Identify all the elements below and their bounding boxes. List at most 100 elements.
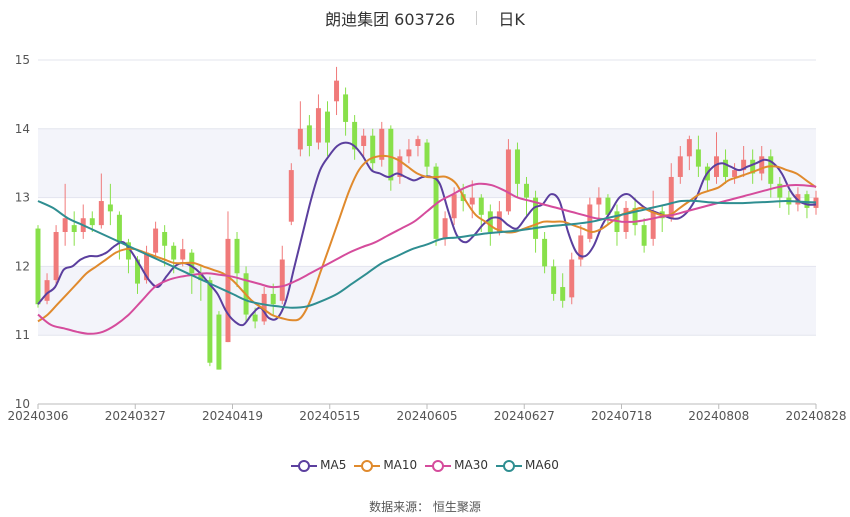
candle-body [153,228,159,253]
candle [334,66,340,116]
candle-body [487,211,493,232]
x-tick-label: 20240808 [688,409,749,423]
kline-chart: 101112131415 20240306 20240327 20240419 202… [7,53,847,423]
y-tick-label: 15 [15,53,30,67]
candle-body [162,232,168,246]
candle [216,311,222,370]
candle-body [180,249,186,260]
source-label: 数据来源： [369,500,430,514]
candle-body [469,197,475,205]
candle [297,101,303,157]
candle-body [641,225,647,246]
candle [614,204,620,246]
candle-body [514,149,520,184]
y-tick-label: 11 [15,328,30,342]
candle [279,245,285,305]
x-tick-label: 20240515 [299,409,360,423]
candle [578,225,584,267]
period-label[interactable]: 日K [498,6,525,30]
candle-body [451,194,457,219]
x-tick-label: 20240718 [591,409,652,423]
candle-body [505,149,511,212]
candle [35,225,41,308]
legend-label: MA30 [454,458,489,473]
candle [288,163,294,226]
candle-body [116,214,122,243]
candle-body [478,197,484,215]
x-tick-label: 20240419 [202,409,263,423]
candle [641,218,647,253]
candle-body [279,259,285,301]
candle [623,201,629,239]
candle-body [560,287,566,301]
legend-label: MA60 [525,458,559,473]
candle [153,221,159,257]
candle-body [524,183,529,198]
candle-body [252,314,258,322]
candle-body [686,139,692,157]
candle [53,225,59,284]
candle [71,211,77,246]
chart-title: 朗迪集团 603726 [325,10,456,29]
legend-label: MA5 [320,458,347,473]
x-tick-label: 20240605 [396,409,457,423]
candle-body [171,245,177,260]
candle-body [343,94,349,122]
candle-body [542,238,548,267]
candle-body [270,293,276,305]
candle-body [44,280,50,301]
candle-body [234,238,240,274]
x-axis: 20240306 20240327 20240419 20240515 20240605… [7,403,847,423]
candle [80,204,86,239]
candle-body [569,259,575,298]
candle [632,197,638,236]
candle-body [216,314,222,370]
x-tick-label: 20240306 [7,409,68,423]
candle-body [677,156,683,177]
y-tick-label: 13 [15,191,30,205]
y-tick-label: 14 [15,122,30,136]
x-tick-label: 20240828 [785,409,846,423]
candle-body [732,170,738,177]
legend-marker [496,459,523,472]
candle-body [71,225,77,232]
legend-item-ma30[interactable]: MA30 [425,458,488,473]
candle [569,252,575,305]
legend-marker [425,459,452,472]
candle [533,190,539,253]
chart-header: 朗迪集团 603726 日K [0,6,850,30]
candle-body [35,228,41,305]
legend-item-ma10[interactable]: MA10 [354,458,417,473]
candle-body [551,266,557,294]
legend-label: MA10 [383,458,418,473]
plot-band [38,266,816,336]
candle-body [207,280,213,363]
candle-body [415,139,421,146]
candle-body [297,128,303,150]
candle-body [424,142,430,167]
title-separator [476,11,478,25]
candle-body [62,218,68,232]
candle-body [288,170,294,222]
candle-body [107,204,113,212]
candle-body [723,159,729,177]
candle [587,197,593,243]
candle [505,139,511,215]
candle [659,204,665,232]
x-tick-label: 20240327 [105,409,166,423]
candle [207,276,213,367]
candle-body [98,201,104,226]
candle-body [695,149,701,167]
legend-marker [354,459,381,472]
candle-body [315,108,321,143]
candle-body [325,111,330,143]
legend-marker [291,459,318,472]
candle-body [406,149,412,157]
candle-body [388,128,394,181]
legend-item-ma60[interactable]: MA60 [496,458,559,473]
candle [442,211,448,246]
candle-body [759,156,765,174]
candle-body [334,80,340,102]
legend-item-ma5[interactable]: MA5 [291,458,346,473]
candle-body [53,232,59,281]
